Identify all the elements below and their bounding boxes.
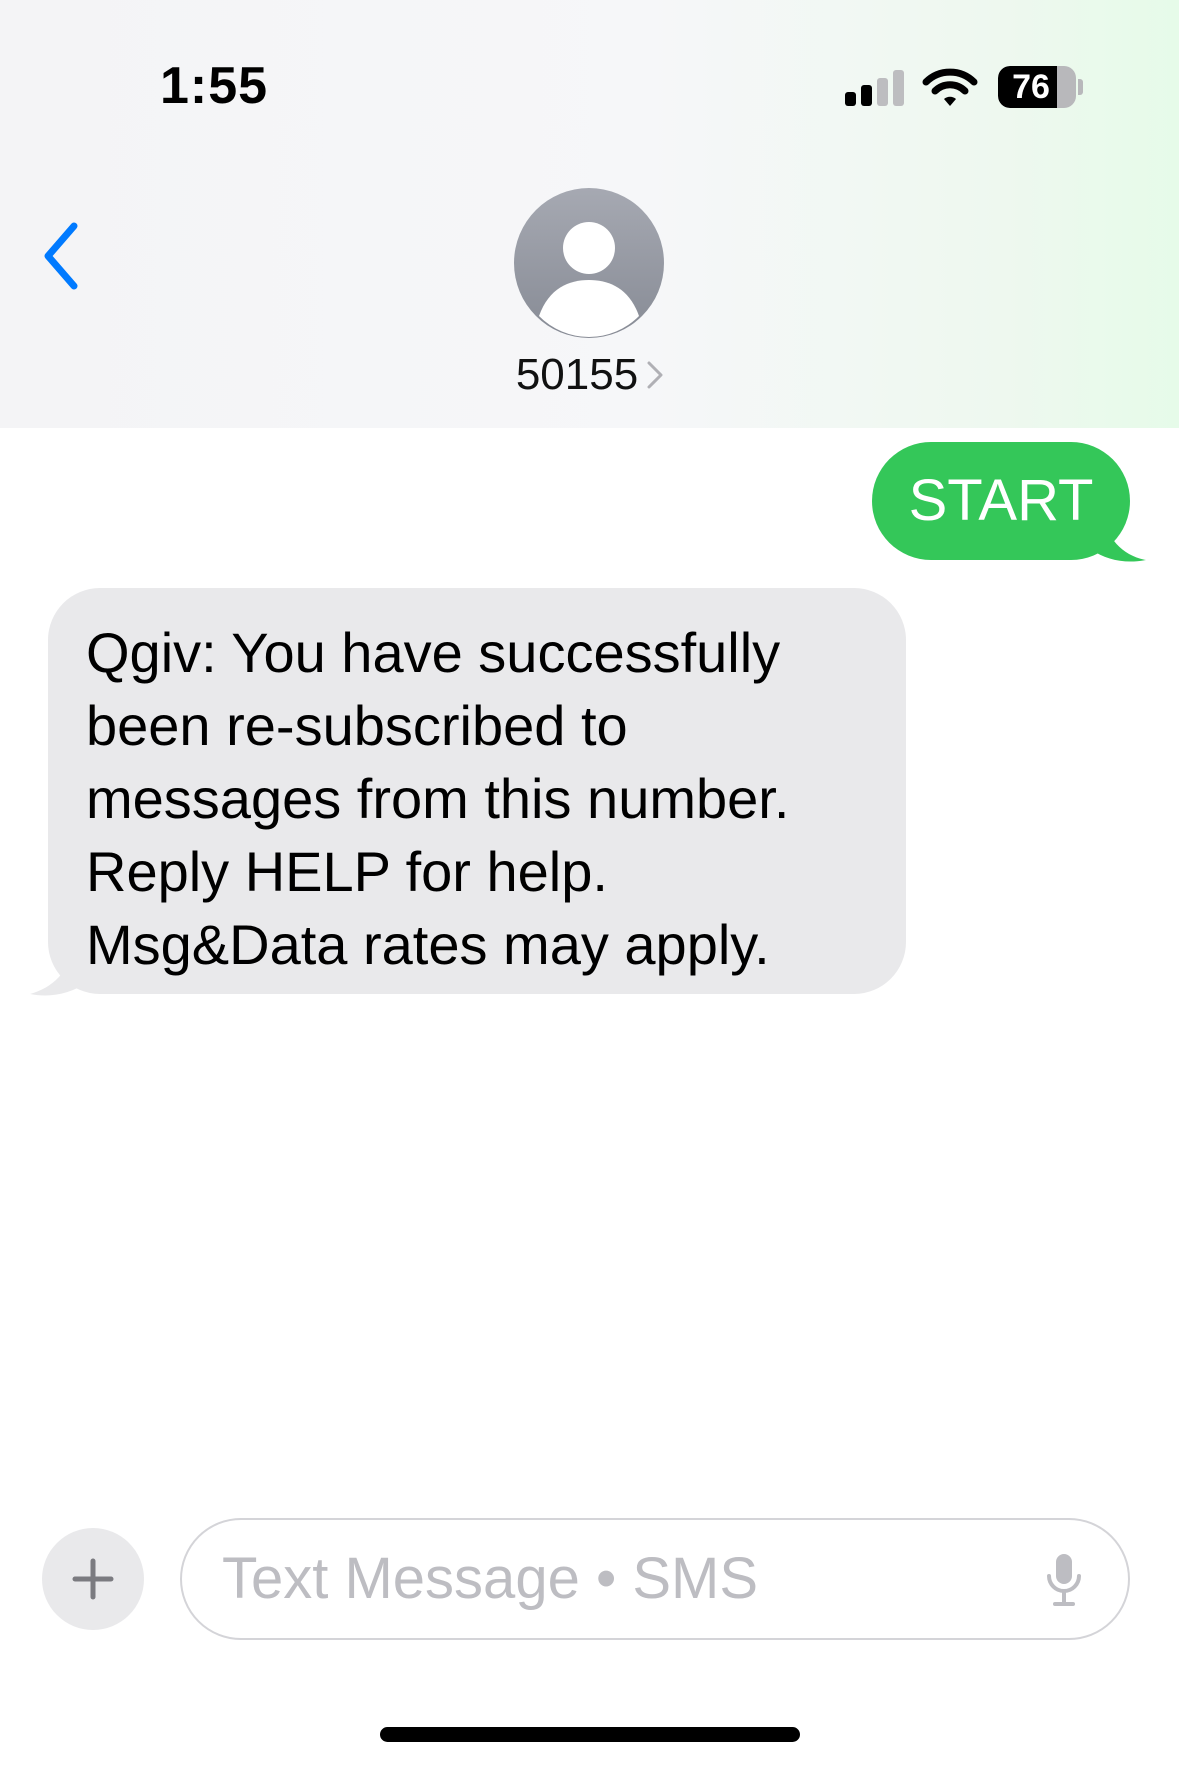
cellular-signal-icon — [845, 70, 905, 106]
home-indicator[interactable] — [380, 1727, 800, 1742]
contact-name: 50155 — [515, 350, 639, 399]
message-input-placeholder: Text Message • SMS — [222, 1546, 759, 1611]
chevron-left-icon — [44, 222, 78, 290]
outgoing-message-bubble[interactable]: START — [872, 442, 1130, 560]
add-attachment-button[interactable] — [42, 1528, 144, 1630]
incoming-message-bubble[interactable]: Qgiv: You have successfully been re-subs… — [48, 588, 906, 994]
microphone-icon[interactable] — [1044, 1552, 1084, 1608]
contact-details-button[interactable]: 50155 — [440, 350, 740, 410]
incoming-message-text: Qgiv: You have successfully been re-subs… — [86, 621, 790, 976]
message-input[interactable]: Text Message • SMS — [180, 1518, 1130, 1640]
person-icon — [539, 222, 639, 338]
battery-indicator: 76 — [998, 66, 1083, 108]
back-button[interactable] — [40, 218, 96, 294]
wifi-icon — [922, 68, 978, 106]
status-time: 1:55 — [160, 57, 269, 115]
chevron-right-icon — [647, 361, 663, 389]
battery-percentage: 76 — [1012, 68, 1050, 106]
conversation-header: 1:55 76 50155 — [0, 0, 1179, 428]
outgoing-message-text: START — [908, 468, 1094, 533]
contact-avatar[interactable] — [514, 188, 664, 338]
plus-icon — [72, 1558, 114, 1600]
